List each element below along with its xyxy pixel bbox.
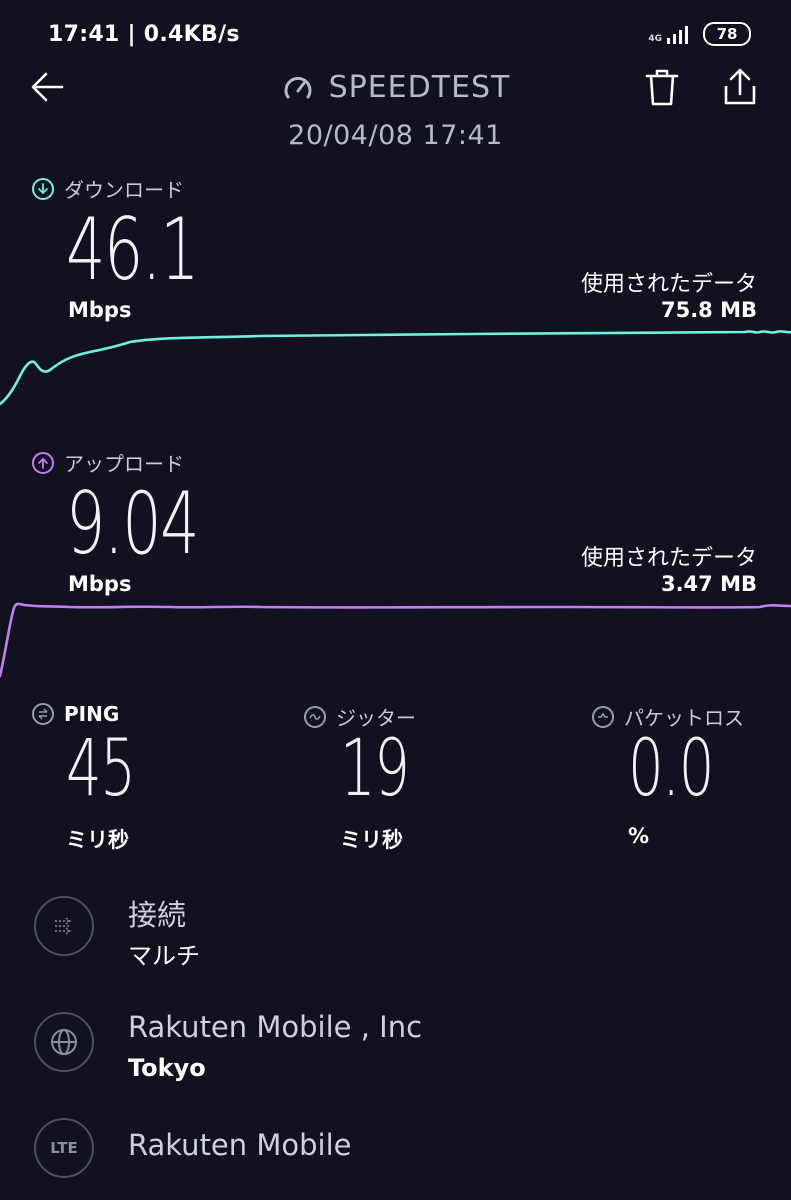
status-time-speed: 17:41 | 0.4KB/s <box>48 22 240 47</box>
download-label: ダウンロード <box>64 178 184 202</box>
signal-icon <box>667 26 688 44</box>
download-graph <box>0 329 791 406</box>
battery-indicator: 78 <box>703 22 751 46</box>
connection-subtitle: マルチ <box>128 942 200 970</box>
network-indicator: 4G <box>648 24 693 44</box>
jitter-unit: ミリ秒 <box>340 828 403 852</box>
delete-button[interactable] <box>642 66 682 110</box>
ping-label: PING <box>64 702 120 726</box>
ping-value: 45 <box>66 724 136 814</box>
lte-icon: LTE <box>34 1118 94 1178</box>
upload-label-row: アップロード <box>32 448 184 477</box>
speedometer-icon <box>284 76 312 98</box>
ping-unit: ミリ秒 <box>66 828 129 852</box>
provider-title: Rakuten Mobile <box>128 1128 352 1162</box>
test-datetime: 20/04/08 17:41 <box>288 120 503 151</box>
page-title: SPEEDTEST <box>328 70 511 105</box>
globe-icon <box>51 1029 77 1055</box>
upload-graph-line <box>0 602 791 678</box>
download-label-row: ダウンロード <box>32 174 184 203</box>
download-arrow-icon <box>32 177 54 200</box>
ping-label-row: PING <box>32 702 119 726</box>
network-type: 4G <box>648 34 662 44</box>
jitter-icon <box>304 705 326 728</box>
download-graph-line <box>0 329 791 406</box>
download-data-used-label: 使用されたデータ <box>580 272 757 297</box>
ping-icon <box>32 703 54 725</box>
upload-data-used-label: 使用されたデータ <box>580 546 757 571</box>
connection-title: 接続 <box>128 898 187 932</box>
server-title: Rakuten Mobile , Inc <box>128 1010 423 1044</box>
server-icon <box>34 1012 94 1072</box>
share-button[interactable] <box>718 66 762 110</box>
multi-connection-icon <box>55 917 72 935</box>
packet-loss-unit: % <box>628 824 650 848</box>
connection-icon <box>34 896 94 956</box>
status-icons: 4G 78 <box>648 22 751 46</box>
packet-loss-icon <box>592 705 614 728</box>
upload-speed-value: 9.04 <box>66 474 200 574</box>
upload-arrow-icon <box>32 451 54 474</box>
upload-graph <box>0 602 791 678</box>
server-location: Tokyo <box>128 1054 206 1082</box>
share-icon <box>724 68 756 105</box>
jitter-value: 19 <box>340 724 410 814</box>
trash-icon <box>645 69 679 106</box>
download-speed-value: 46.1 <box>66 200 200 300</box>
packet-loss-value: 0.0 <box>628 724 714 814</box>
upload-label: アップロード <box>64 452 184 476</box>
